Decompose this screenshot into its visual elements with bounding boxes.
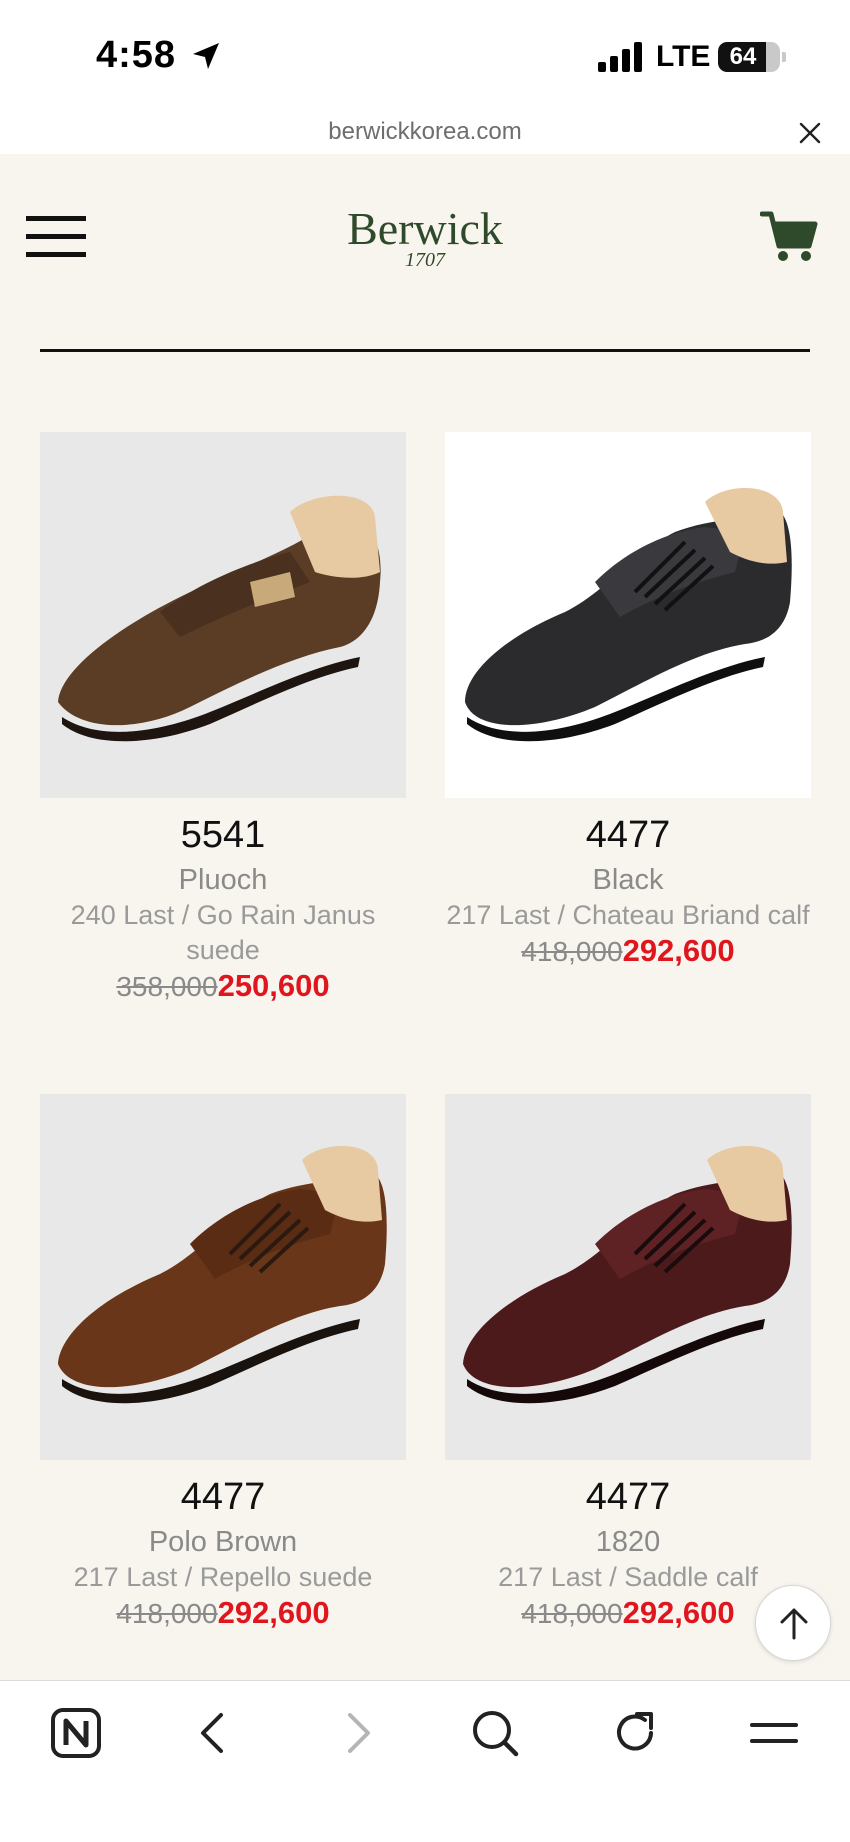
product-color: 1820: [595, 1526, 661, 1558]
section-divider: [40, 349, 810, 352]
sale-price: 250,600: [217, 968, 330, 1003]
original-price: 418,000: [521, 936, 623, 967]
product-code[interactable]: 4477: [40, 1474, 406, 1520]
network-type: LTE: [656, 40, 711, 73]
product-code[interactable]: 5541: [40, 812, 406, 858]
product-code[interactable]: 4477: [445, 812, 811, 858]
browser-toolbar: [0, 1680, 850, 1842]
status-bar: 4:58 LTE 64: [0, 0, 850, 110]
arrow-up-icon: [780, 1608, 808, 1640]
close-icon[interactable]: [797, 120, 823, 146]
url-text[interactable]: berwickkorea.com: [0, 118, 850, 146]
signal-icon: [598, 42, 642, 72]
logo-name: Berwick: [347, 203, 503, 254]
sale-price: 292,600: [622, 933, 735, 968]
scroll-top-button[interactable]: [755, 1585, 831, 1661]
product-color: Black: [592, 864, 664, 896]
original-price: 358,000: [116, 971, 218, 1002]
site-logo[interactable]: Berwick 1707: [330, 203, 520, 271]
url-bar[interactable]: berwickkorea.com: [0, 110, 850, 154]
product-card[interactable]: 5541 Pluoch 240 Last / Go Rain Janus sue…: [40, 432, 406, 1010]
product-image[interactable]: [445, 1094, 811, 1460]
product-code[interactable]: 4477: [445, 1474, 811, 1520]
product-color: Pluoch: [178, 864, 268, 896]
product-image[interactable]: [40, 1094, 406, 1460]
battery-level: 64: [729, 43, 757, 70]
product-description: 240 Last / Go Rain Janus: [70, 900, 376, 930]
brown-suede-loafer-image: [58, 495, 381, 742]
product-description: 217 Last / Saddle calf: [498, 1562, 758, 1592]
chevron-left-icon[interactable]: [187, 1705, 243, 1761]
shopping-cart-icon[interactable]: [760, 210, 818, 264]
product-price: 358,000250,600: [40, 968, 406, 1010]
original-price: 418,000: [116, 1598, 218, 1629]
product-image[interactable]: [40, 432, 406, 798]
reload-icon[interactable]: [607, 1705, 663, 1761]
original-price: 418,000: [521, 1598, 623, 1629]
product-image[interactable]: [445, 432, 811, 798]
chevron-right-icon[interactable]: [328, 1705, 384, 1761]
product-price: 418,000292,600: [445, 933, 811, 975]
brown-suede-derby-image: [58, 1146, 387, 1404]
burgundy-derby-shoe-image: [463, 1146, 792, 1404]
product-card[interactable]: 4477 Black 217 Last / Chateau Briand cal…: [445, 432, 811, 975]
product-price: 418,000292,600: [40, 1595, 406, 1637]
product-description: 217 Last / Chateau Briand calf: [446, 900, 810, 930]
product-description-cont: suede: [186, 935, 260, 965]
more-menu-icon[interactable]: [746, 1705, 802, 1761]
product-color: Polo Brown: [148, 1526, 298, 1558]
status-time: 4:58: [96, 34, 177, 76]
product-card[interactable]: 4477 1820 217 Last / Saddle calf 418,000…: [445, 1094, 811, 1637]
battery-icon: 64: [718, 42, 780, 72]
sale-price: 292,600: [622, 1595, 735, 1630]
product-card[interactable]: 4477 Polo Brown 217 Last / Repello suede…: [40, 1094, 406, 1637]
search-icon[interactable]: [467, 1705, 523, 1761]
location-arrow-icon: [193, 43, 219, 69]
sale-price: 292,600: [217, 1595, 330, 1630]
product-description: 217 Last / Repello suede: [73, 1562, 373, 1592]
hamburger-menu-icon[interactable]: [26, 216, 86, 258]
black-derby-shoe-image: [465, 488, 792, 742]
site-header: Berwick 1707: [0, 154, 850, 314]
naver-n-icon[interactable]: [48, 1705, 104, 1761]
